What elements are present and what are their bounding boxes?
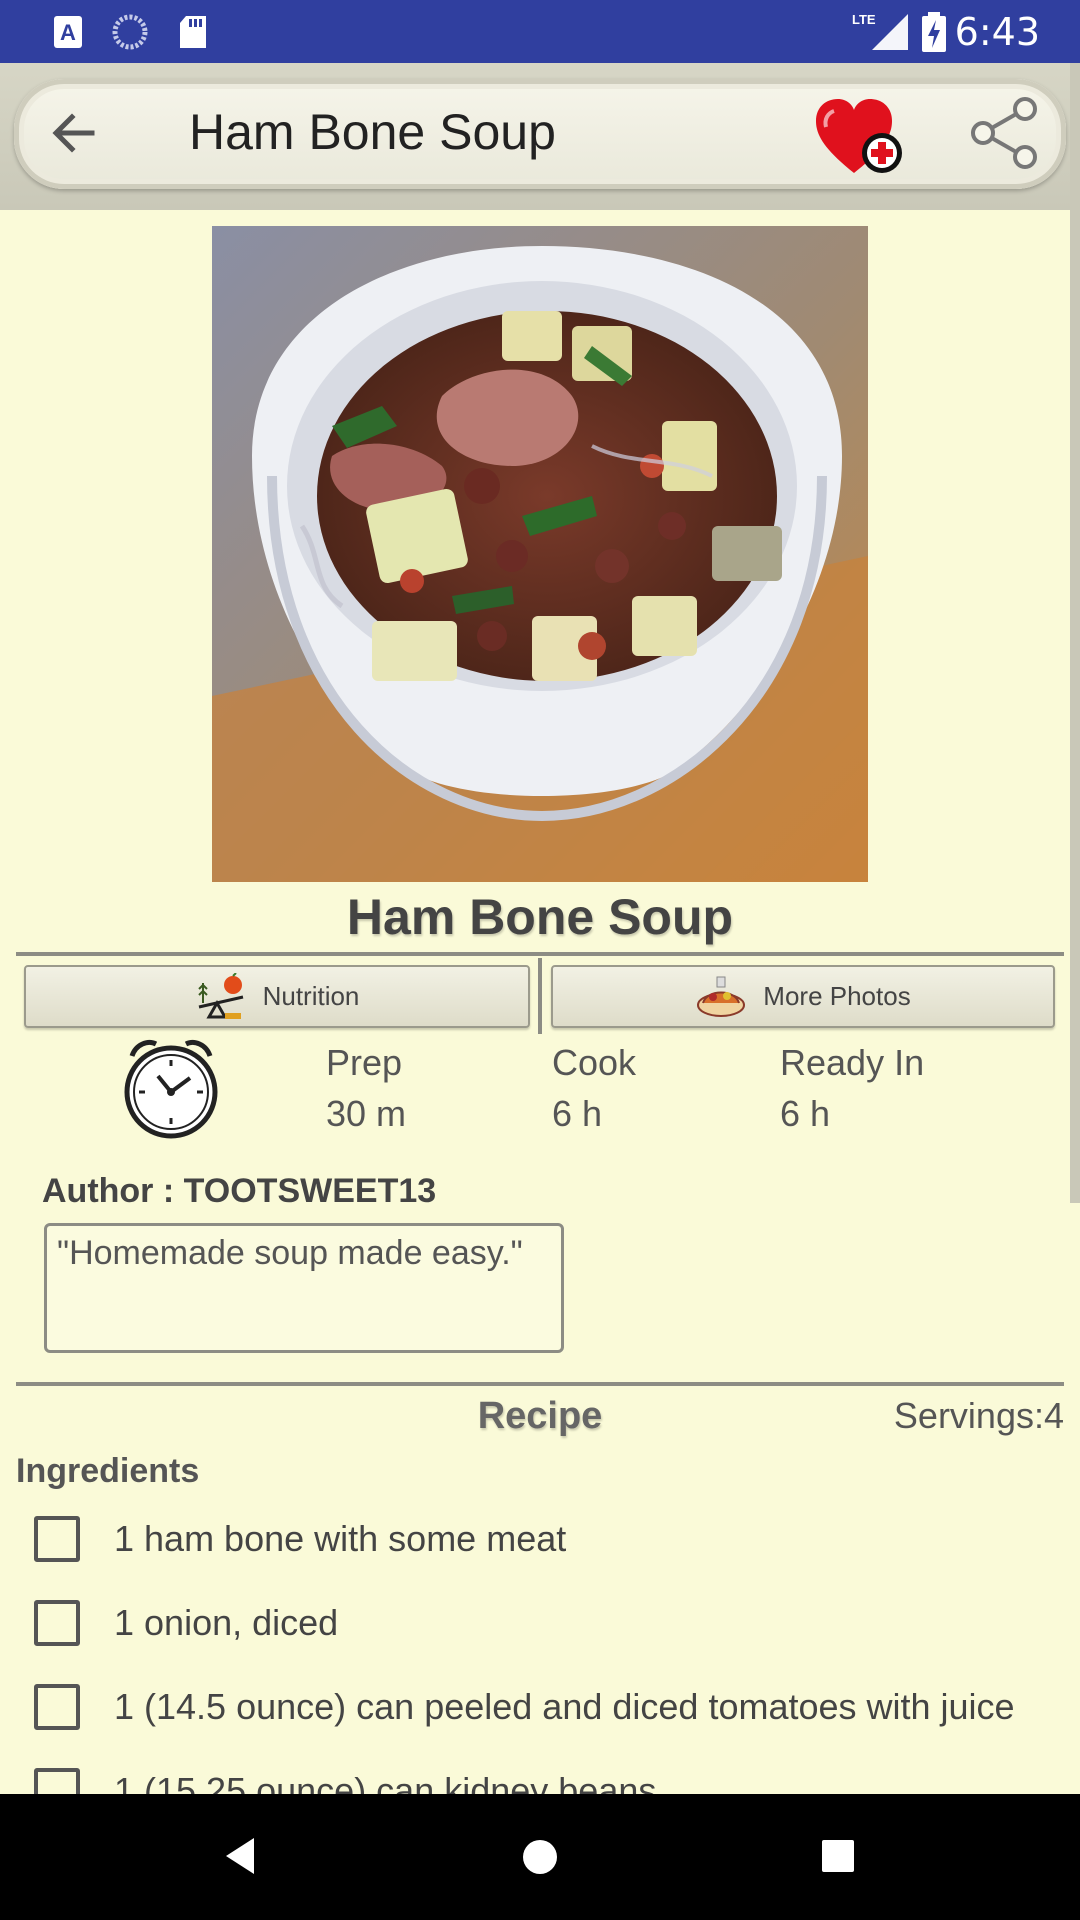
author-name[interactable]: Author : TOOTSWEET13 xyxy=(42,1172,436,1211)
ingredient-text: 1 onion, diced xyxy=(114,1602,339,1643)
divider xyxy=(16,952,1064,956)
cook-label: Cook xyxy=(552,1042,637,1083)
ingredient-item[interactable]: 1 ham bone with some meat xyxy=(34,1511,566,1567)
recipe-title: Ham Bone Soup xyxy=(346,889,734,945)
ingredient-text: 1 ham bone with some meat xyxy=(114,1518,567,1559)
ready-in-label: Ready In xyxy=(780,1042,925,1083)
status-bar: A LTE 6:43 xyxy=(0,0,1080,63)
ingredient-text: 1 (14.5 ounce) can peeled and diced toma… xyxy=(114,1686,1015,1727)
more-photos-button-label: More Photos xyxy=(763,981,911,1011)
soup-bowl-image xyxy=(212,226,868,882)
sd-card-icon xyxy=(180,16,206,48)
nutrition-button[interactable]: Nutrition xyxy=(24,965,530,1028)
battery-charging-icon xyxy=(922,12,946,52)
favorite-add-icon[interactable] xyxy=(814,97,908,179)
toolbar-pill: Ham Bone Soup xyxy=(14,79,1066,189)
ingredient-checkbox[interactable] xyxy=(34,1684,80,1730)
ingredient-item[interactable]: 1 onion, diced xyxy=(34,1595,338,1651)
divider xyxy=(16,1382,1064,1386)
nav-home-icon[interactable] xyxy=(521,1838,559,1876)
author-quote: "Homemade soup made easy." xyxy=(44,1223,564,1353)
ready-in-value: 6 h xyxy=(780,1093,831,1134)
back-arrow-icon[interactable] xyxy=(42,101,106,165)
nav-back-icon[interactable] xyxy=(222,1836,258,1876)
ingredient-checkbox[interactable] xyxy=(34,1516,80,1562)
share-icon[interactable] xyxy=(969,97,1041,169)
svg-text:A: A xyxy=(60,20,76,45)
prep-label: Prep xyxy=(326,1042,403,1083)
ingredient-item[interactable]: 1 (14.5 ounce) can peeled and diced toma… xyxy=(34,1679,1015,1735)
status-time: 6:43 xyxy=(954,10,1040,54)
app-toolbar: Ham Bone Soup xyxy=(0,63,1080,210)
cook-value: 6 h xyxy=(552,1093,603,1134)
prep-value: 30 m xyxy=(326,1093,407,1134)
sync-icon xyxy=(112,14,148,50)
alarm-clock-icon xyxy=(124,1040,218,1139)
nutrition-button-label: Nutrition xyxy=(262,981,360,1011)
system-nav-bar xyxy=(0,1794,1080,1920)
more-photos-button[interactable]: More Photos xyxy=(551,965,1055,1028)
servings[interactable]: Servings:4 xyxy=(894,1395,1064,1437)
ingredients-heading: Ingredients xyxy=(16,1452,200,1490)
nav-recents-icon[interactable] xyxy=(821,1839,855,1873)
nutrition-scale-icon xyxy=(197,972,243,1019)
svg-text:LTE: LTE xyxy=(852,12,876,27)
toolbar-title: Ham Bone Soup xyxy=(189,104,556,160)
lte-signal-icon: LTE xyxy=(852,12,908,50)
recipe-photo[interactable] xyxy=(212,226,868,882)
ingredient-checkbox[interactable] xyxy=(34,1600,80,1646)
food-platter-icon xyxy=(697,976,746,1017)
font-app-icon: A xyxy=(54,16,82,48)
button-separator xyxy=(538,958,542,1034)
scrollbar[interactable] xyxy=(1070,63,1080,1203)
